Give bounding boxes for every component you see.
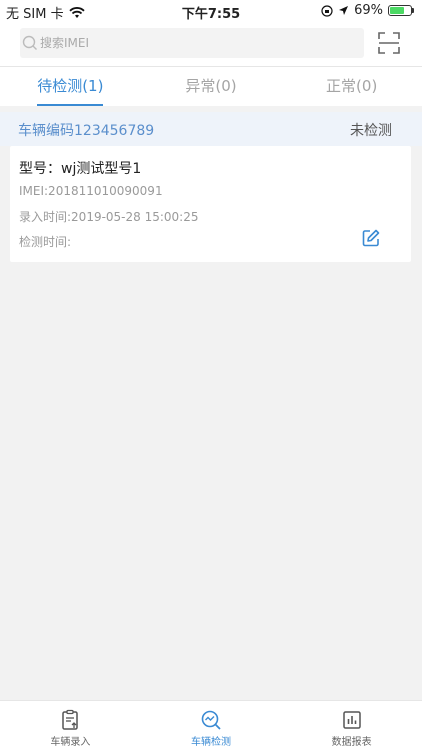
check-time-text: 检测时间: (19, 235, 72, 249)
nav-vehicle-entry-label: 车辆录入 (50, 737, 91, 748)
edit-icon[interactable] (361, 228, 381, 248)
orientation-lock-icon (321, 4, 333, 17)
tab-normal[interactable]: 正常(0) (281, 67, 422, 106)
tab-abnormal[interactable]: 异常(0) (141, 67, 282, 106)
search-box[interactable] (20, 28, 364, 58)
imei-text: IMEI:201811010090091 (19, 184, 163, 198)
entry-time-text: 录入时间:2019-05-28 15:00:25 (19, 210, 199, 224)
battery-level (390, 7, 404, 14)
search-icon (22, 35, 37, 50)
search-input[interactable] (40, 36, 340, 50)
status-right: 69% (321, 3, 414, 18)
battery-icon (388, 5, 412, 16)
vehicle-card[interactable]: 型号：wj测试型号1 IMEI:201811010090091 录入时间:201… (10, 146, 411, 262)
nav-data-report[interactable]: 数据报表 (281, 701, 422, 750)
model-text: 型号：wj测试型号1 (19, 161, 142, 177)
nav-vehicle-entry[interactable]: 车辆录入 (0, 701, 141, 750)
clipboard-upload-icon (62, 709, 79, 730)
tab-bar: 待检测(1) 异常(0) 正常(0) (0, 66, 422, 106)
battery-percent: 69% (354, 3, 383, 18)
tab-normal-label: 正常(0) (326, 77, 378, 95)
location-icon (339, 6, 349, 15)
tab-abnormal-label: 异常(0) (185, 77, 237, 95)
nav-vehicle-check[interactable]: 车辆检测 (141, 701, 282, 750)
nav-vehicle-check-label: 车辆检测 (191, 737, 231, 748)
nav-data-report-label: 数据报表 (331, 737, 372, 748)
vehicle-code: 车辆编码123456789 (18, 123, 155, 139)
search-chart-icon (201, 710, 221, 730)
tab-active-indicator (37, 104, 104, 106)
status-bar: 无 SIM 卡 下午7:55 69% (0, 0, 422, 22)
vehicle-status: 未检测 (350, 123, 392, 139)
search-header (0, 22, 422, 66)
tab-pending-label: 待检测(1) (37, 77, 104, 95)
vehicle-header[interactable]: 车辆编码123456789 未检测 (0, 112, 422, 146)
scan-icon[interactable] (378, 32, 400, 54)
tab-pending[interactable]: 待检测(1) (0, 67, 141, 106)
bottom-nav: 车辆录入 车辆检测 数据报表 (0, 700, 422, 750)
bar-chart-icon (342, 711, 361, 729)
